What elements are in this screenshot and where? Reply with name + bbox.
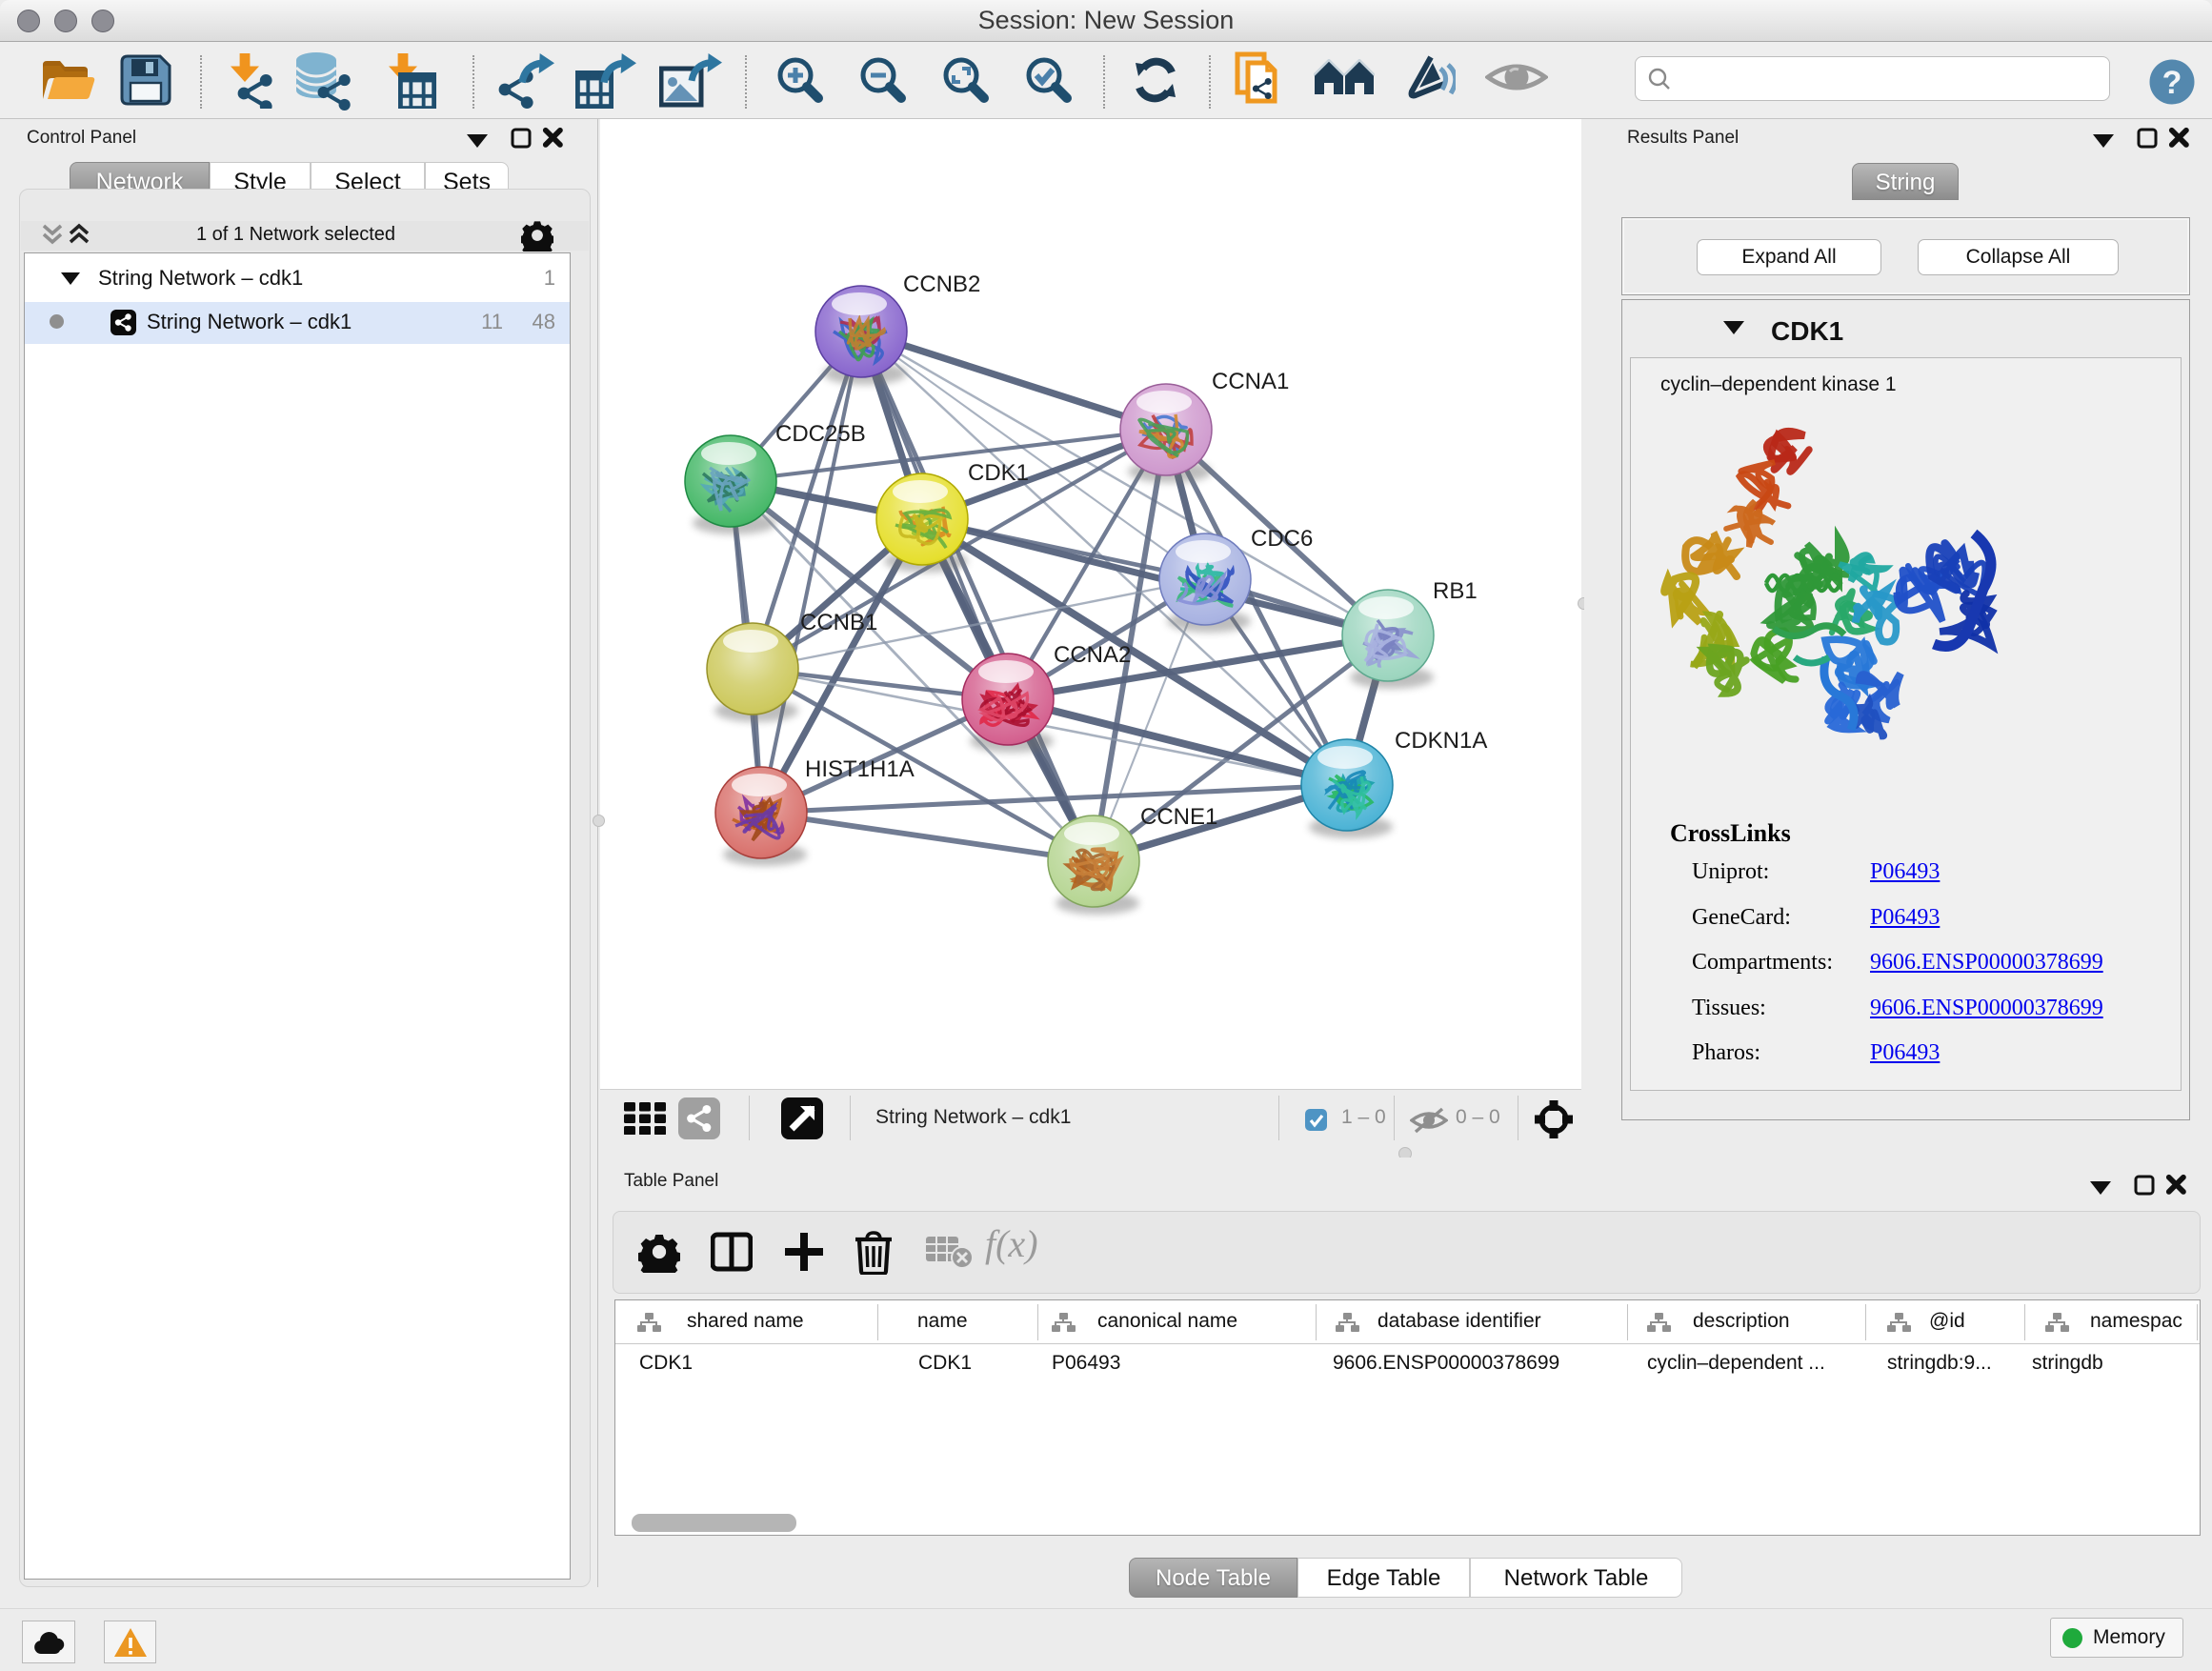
svg-text:CCNE1: CCNE1 (1140, 804, 1217, 830)
svg-text:CCNA1: CCNA1 (1212, 369, 1289, 394)
svg-text:RB1: RB1 (1433, 578, 1478, 604)
svg-text:CDK1: CDK1 (968, 460, 1029, 486)
svg-text:CDC25B: CDC25B (775, 421, 866, 447)
svg-text:CDC6: CDC6 (1251, 526, 1313, 552)
svg-text:?: ? (2162, 65, 2182, 101)
svg-text:HIST1H1A: HIST1H1A (805, 756, 915, 782)
svg-text:CDKN1A: CDKN1A (1395, 728, 1487, 754)
svg-text:CCNA2: CCNA2 (1054, 642, 1131, 668)
svg-text:CCNB1: CCNB1 (800, 610, 877, 635)
svg-text:CCNB2: CCNB2 (903, 272, 980, 297)
